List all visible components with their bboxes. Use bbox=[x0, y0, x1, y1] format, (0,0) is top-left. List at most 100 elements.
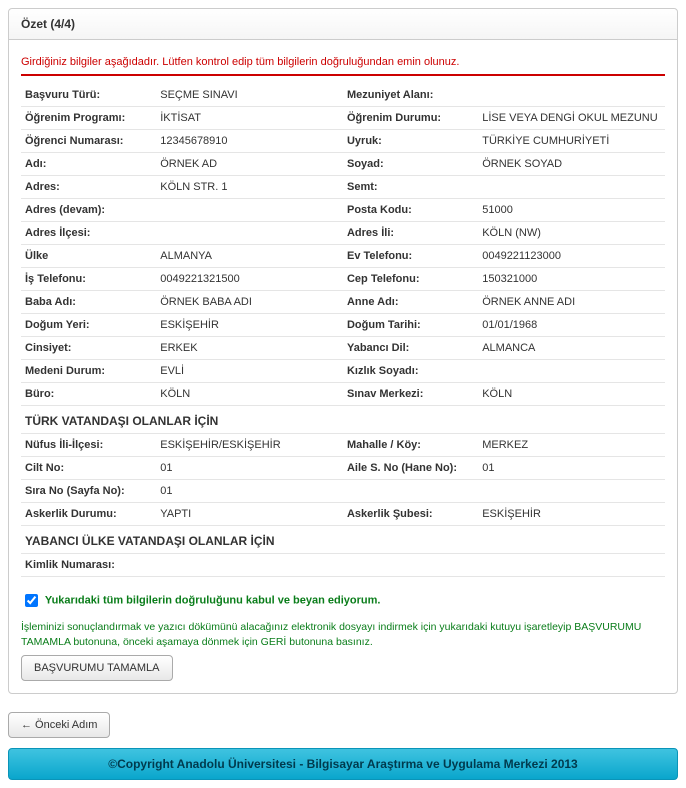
field-label: Öğrenim Durumu: bbox=[343, 107, 478, 130]
field-value bbox=[478, 360, 665, 383]
field-label: Adres İli: bbox=[343, 222, 478, 245]
field-value: 150321000 bbox=[478, 268, 665, 291]
field-label: Askerlik Durumu: bbox=[21, 503, 156, 526]
table-row: Cinsiyet:ERKEKYabancı Dil:ALMANCA bbox=[21, 337, 665, 360]
field-value: İKTİSAT bbox=[156, 107, 343, 130]
field-value: 01/01/1968 bbox=[478, 314, 665, 337]
field-value: MERKEZ bbox=[478, 434, 665, 457]
table-row: Sıra No (Sayfa No):01 bbox=[21, 480, 665, 503]
field-label: Cilt No: bbox=[21, 457, 156, 480]
field-label: Öğrenci Numarası: bbox=[21, 130, 156, 153]
field-value bbox=[156, 554, 343, 577]
confirm-checkbox[interactable] bbox=[25, 594, 38, 607]
prev-button[interactable]: ← Önceki Adım bbox=[8, 712, 110, 738]
field-value: KÖLN bbox=[478, 383, 665, 406]
field-value: ESKİŞEHİR bbox=[156, 314, 343, 337]
field-value: 0049221321500 bbox=[156, 268, 343, 291]
table-row: Nüfus İli-İlçesi:ESKİŞEHİR/ESKİŞEHİRMaha… bbox=[21, 434, 665, 457]
confirm-label: Yukarıdaki tüm bilgilerin doğruluğunu ka… bbox=[45, 594, 381, 606]
field-label: Adı: bbox=[21, 153, 156, 176]
field-label: Anne Adı: bbox=[343, 291, 478, 314]
table-row: Büro:KÖLNSınav Merkezi:KÖLN bbox=[21, 383, 665, 406]
table-row: Adres (devam):Posta Kodu:51000 bbox=[21, 199, 665, 222]
table-row: İş Telefonu:0049221321500Cep Telefonu:15… bbox=[21, 268, 665, 291]
field-label: Uyruk: bbox=[343, 130, 478, 153]
field-label: Mezuniyet Alanı: bbox=[343, 84, 478, 107]
table-row: Medeni Durum:EVLİKızlık Soyadı: bbox=[21, 360, 665, 383]
field-label: Posta Kodu: bbox=[343, 199, 478, 222]
field-value: KÖLN bbox=[156, 383, 343, 406]
field-label: Medeni Durum: bbox=[21, 360, 156, 383]
field-label: Sınav Merkezi: bbox=[343, 383, 478, 406]
table-row: Askerlik Durumu:YAPTIAskerlik Şubesi:ESK… bbox=[21, 503, 665, 526]
field-label bbox=[343, 480, 478, 503]
table-row: Adı:ÖRNEK ADSoyad:ÖRNEK SOYAD bbox=[21, 153, 665, 176]
field-label: Kızlık Soyadı: bbox=[343, 360, 478, 383]
field-value: SEÇME SINAVI bbox=[156, 84, 343, 107]
field-value: EVLİ bbox=[156, 360, 343, 383]
field-label bbox=[343, 554, 478, 577]
field-label: Aile S. No (Hane No): bbox=[343, 457, 478, 480]
table-row: Adres:KÖLN STR. 1Semt: bbox=[21, 176, 665, 199]
field-value: KÖLN STR. 1 bbox=[156, 176, 343, 199]
field-value: ÖRNEK AD bbox=[156, 153, 343, 176]
field-value bbox=[478, 554, 665, 577]
prev-row: ← Önceki Adım bbox=[8, 706, 678, 738]
warning-text: Girdiğiniz bilgiler aşağıdadır. Lütfen k… bbox=[21, 52, 665, 76]
table-row: Başvuru Türü:SEÇME SINAVIMezuniyet Alanı… bbox=[21, 84, 665, 107]
summary-table: Başvuru Türü:SEÇME SINAVIMezuniyet Alanı… bbox=[21, 84, 665, 577]
panel-body: Girdiğiniz bilgiler aşağıdadır. Lütfen k… bbox=[9, 40, 677, 693]
field-value: YAPTI bbox=[156, 503, 343, 526]
field-value bbox=[478, 176, 665, 199]
field-label: Adres: bbox=[21, 176, 156, 199]
field-label: Mahalle / Köy: bbox=[343, 434, 478, 457]
table-row: Öğrenci Numarası:12345678910Uyruk:TÜRKİY… bbox=[21, 130, 665, 153]
field-label: İş Telefonu: bbox=[21, 268, 156, 291]
field-label: Başvuru Türü: bbox=[21, 84, 156, 107]
table-row: Kimlik Numarası: bbox=[21, 554, 665, 577]
field-value: 0049221123000 bbox=[478, 245, 665, 268]
field-label: Adres İlçesi: bbox=[21, 222, 156, 245]
section-foreign: YABANCI ÜLKE VATANDAŞI OLANLAR İÇİN bbox=[21, 526, 665, 554]
field-value: ÖRNEK ANNE ADI bbox=[478, 291, 665, 314]
table-row: Adres İlçesi:Adres İli:KÖLN (NW) bbox=[21, 222, 665, 245]
field-label: Yabancı Dil: bbox=[343, 337, 478, 360]
field-label: Adres (devam): bbox=[21, 199, 156, 222]
field-value: ÖRNEK BABA ADI bbox=[156, 291, 343, 314]
section-turkish: TÜRK VATANDAŞI OLANLAR İÇİN bbox=[21, 406, 665, 434]
field-value: LİSE VEYA DENGİ OKUL MEZUNU bbox=[478, 107, 665, 130]
panel-header: Özet (4/4) bbox=[9, 9, 677, 40]
field-value: ALMANYA bbox=[156, 245, 343, 268]
field-value bbox=[478, 480, 665, 503]
footer: ©Copyright Anadolu Üniversitesi - Bilgis… bbox=[8, 748, 678, 780]
table-row: Doğum Yeri:ESKİŞEHİRDoğum Tarihi:01/01/1… bbox=[21, 314, 665, 337]
table-row: ÜlkeALMANYAEv Telefonu:0049221123000 bbox=[21, 245, 665, 268]
field-value bbox=[156, 199, 343, 222]
field-value: 12345678910 bbox=[156, 130, 343, 153]
table-row: Baba Adı:ÖRNEK BABA ADIAnne Adı:ÖRNEK AN… bbox=[21, 291, 665, 314]
submit-button[interactable]: BAŞVURUMU TAMAMLA bbox=[21, 655, 173, 681]
field-label: Doğum Tarihi: bbox=[343, 314, 478, 337]
field-value: ESKİŞEHİR bbox=[478, 503, 665, 526]
field-value: ERKEK bbox=[156, 337, 343, 360]
field-value: ALMANCA bbox=[478, 337, 665, 360]
field-label: Doğum Yeri: bbox=[21, 314, 156, 337]
field-value: 01 bbox=[156, 457, 343, 480]
table-row: Cilt No:01Aile S. No (Hane No):01 bbox=[21, 457, 665, 480]
table-row: Öğrenim Programı:İKTİSATÖğrenim Durumu:L… bbox=[21, 107, 665, 130]
field-label: Öğrenim Programı: bbox=[21, 107, 156, 130]
field-value bbox=[478, 84, 665, 107]
field-label: Ülke bbox=[21, 245, 156, 268]
field-label: Askerlik Şubesi: bbox=[343, 503, 478, 526]
field-label: Cinsiyet: bbox=[21, 337, 156, 360]
field-value: 01 bbox=[156, 480, 343, 503]
field-label: Semt: bbox=[343, 176, 478, 199]
field-label: Sıra No (Sayfa No): bbox=[21, 480, 156, 503]
field-label: Nüfus İli-İlçesi: bbox=[21, 434, 156, 457]
field-label: Baba Adı: bbox=[21, 291, 156, 314]
confirm-row: Yukarıdaki tüm bilgilerin doğruluğunu ka… bbox=[21, 591, 665, 610]
field-label: Cep Telefonu: bbox=[343, 268, 478, 291]
summary-panel: Özet (4/4) Girdiğiniz bilgiler aşağıdadı… bbox=[8, 8, 678, 694]
field-value: 01 bbox=[478, 457, 665, 480]
field-value bbox=[156, 222, 343, 245]
